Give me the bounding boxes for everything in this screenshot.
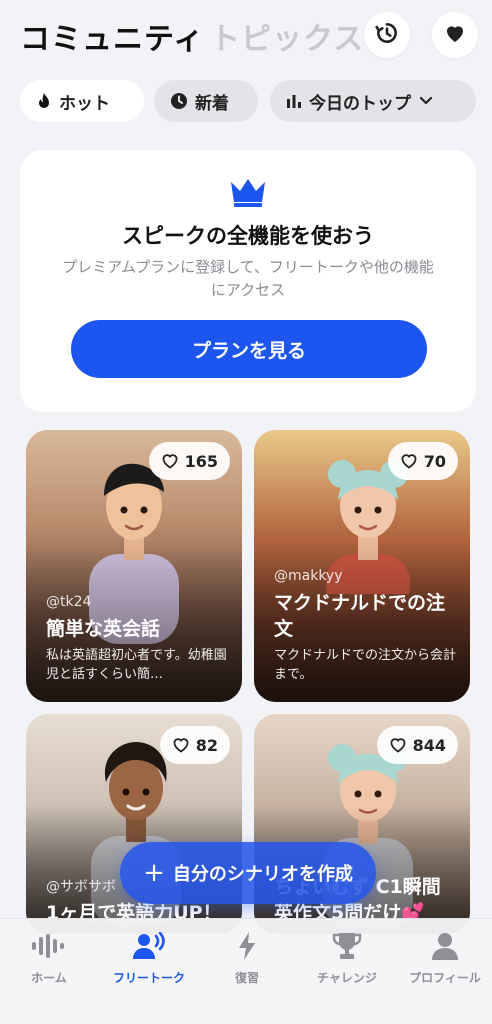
heart-outline-icon — [389, 737, 407, 753]
filter-hot-label: ホット — [59, 93, 110, 114]
card-description: マクドナルドでの注文から会計まで。 — [274, 648, 456, 682]
speaking-person-icon — [100, 929, 198, 963]
card-author: @tk24 — [46, 594, 92, 610]
bottom-tab-bar: ホーム フリートーク 復習 チャレンジ プロフィール — [0, 918, 492, 1024]
scenario-card[interactable]: 70 @makkyy マクドナルドでの注文 マクドナルドでの注文から会計まで。 — [254, 430, 470, 702]
filter-new[interactable]: 新着 — [154, 80, 258, 122]
flame-icon — [36, 92, 52, 110]
heart-icon — [443, 21, 467, 49]
like-button[interactable]: 82 — [159, 726, 230, 764]
lightning-icon — [198, 929, 296, 963]
plus-icon: + — [143, 858, 165, 888]
heart-outline-icon — [172, 737, 190, 753]
card-title: 簡単な英会話 — [46, 618, 161, 640]
filter-chips: ホット 新着 今日のトップ — [20, 80, 480, 122]
trophy-icon — [298, 929, 396, 963]
heart-outline-icon — [400, 453, 418, 469]
card-author: @makkyy — [274, 568, 343, 584]
tab-community[interactable]: コミュニティ — [20, 14, 204, 58]
tab-home[interactable]: ホーム — [0, 929, 98, 986]
card-description: 私は英語超初心者です。幼稚園児と話すくらい簡… — [46, 648, 227, 682]
tab-challenge-label: チャレンジ — [317, 971, 377, 985]
filter-today-top[interactable]: 今日のトップ — [270, 80, 476, 122]
create-scenario-button[interactable]: + 自分のシナリオを作成 — [120, 842, 376, 904]
waveform-icon — [0, 929, 98, 963]
like-button[interactable]: 165 — [148, 442, 230, 480]
filter-today-top-label: 今日のトップ — [309, 93, 411, 114]
filter-new-label: 新着 — [195, 93, 229, 114]
like-count: 165 — [184, 451, 218, 471]
header: コミュニティ トピックス — [0, 0, 492, 76]
crown-icon — [228, 178, 268, 212]
like-count: 70 — [423, 451, 446, 471]
create-scenario-label: 自分のシナリオを作成 — [172, 864, 353, 885]
history-icon — [374, 20, 400, 50]
tab-home-label: ホーム — [31, 971, 67, 985]
favorites-button[interactable] — [432, 12, 478, 58]
card-title: マクドナルドでの注文 — [274, 592, 446, 640]
tab-review-label: 復習 — [234, 971, 259, 985]
like-button[interactable]: 844 — [376, 726, 458, 764]
heart-outline-icon — [161, 453, 179, 469]
like-count: 844 — [412, 735, 446, 755]
premium-title: スピークの全機能を使おう — [122, 224, 374, 248]
tab-topics[interactable]: トピックス — [210, 14, 364, 58]
tab-free-talk[interactable]: フリートーク — [100, 929, 198, 986]
chevron-down-icon — [419, 96, 433, 106]
tab-review[interactable]: 復習 — [198, 929, 296, 986]
bar-chart-icon — [286, 93, 302, 109]
view-plans-button[interactable]: プランを見る — [71, 320, 427, 378]
clock-icon — [170, 92, 188, 110]
like-count: 82 — [195, 735, 218, 755]
person-icon — [396, 929, 492, 963]
tab-challenge[interactable]: チャレンジ — [298, 929, 396, 986]
tab-profile-label: プロフィール — [409, 971, 481, 985]
tab-profile[interactable]: プロフィール — [396, 929, 492, 986]
filter-hot[interactable]: ホット — [20, 80, 144, 122]
scenario-card[interactable]: 165 @tk24 簡単な英会話 私は英語超初心者です。幼稚園児と話すくらい簡… — [26, 430, 242, 702]
card-author: @サボサボ — [46, 879, 116, 895]
premium-description: プレミアムプランに登録して、フリートークや他の機能にアクセス — [62, 258, 434, 299]
tab-free-talk-label: フリートーク — [112, 971, 185, 985]
history-button[interactable] — [364, 12, 410, 58]
like-button[interactable]: 70 — [387, 442, 458, 480]
premium-card: スピークの全機能を使おう プレミアムプランに登録して、フリートークや他の機能にア… — [20, 150, 476, 412]
